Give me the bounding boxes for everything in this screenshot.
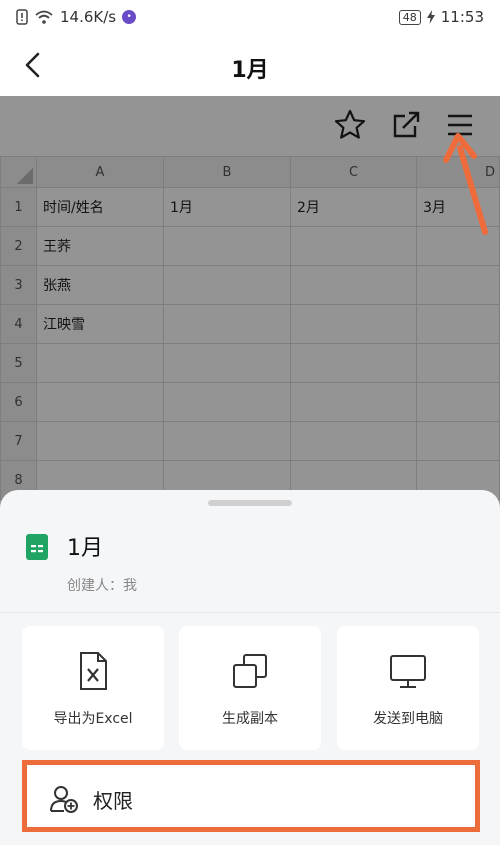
battery-indicator: 48 [398,9,421,25]
user-add-icon [50,786,78,813]
excel-export-icon [80,652,107,690]
drag-handle[interactable] [208,500,292,506]
app-badge-icon: • [122,10,137,24]
status-bar: 14.6K/s • 48 11:53 [0,0,500,34]
sheet-file-icon [26,534,48,560]
send-to-computer-button[interactable]: 发送到电脑 [337,626,479,750]
annotation-arrow-icon [443,133,488,235]
monitor-icon [390,655,426,688]
permissions-label: 权限 [93,789,133,813]
network-speed: 14.6K/s [60,8,117,26]
divider [0,612,500,613]
creator-label: 创建人：我 [67,578,137,594]
make-copy-button[interactable]: 生成副本 [179,626,321,750]
action-label: 发送到电脑 [373,711,443,727]
file-title: 1月 [67,536,103,561]
export-excel-button[interactable]: 导出为Excel [22,626,164,750]
notification-icon [16,9,28,25]
action-label: 生成副本 [222,711,278,727]
action-label: 导出为Excel [53,711,133,727]
copy-icon [233,654,267,688]
nav-bar: 1月 [0,34,500,96]
charging-icon [426,10,435,24]
page-title: 1月 [231,58,269,83]
wifi-icon [35,10,53,24]
permissions-button[interactable]: 权限 [22,760,480,832]
bottom-sheet: 1月 创建人：我 导出为Excel 生成副本 发送到电脑 权限 [0,490,500,845]
clock: 11:53 [440,8,484,26]
